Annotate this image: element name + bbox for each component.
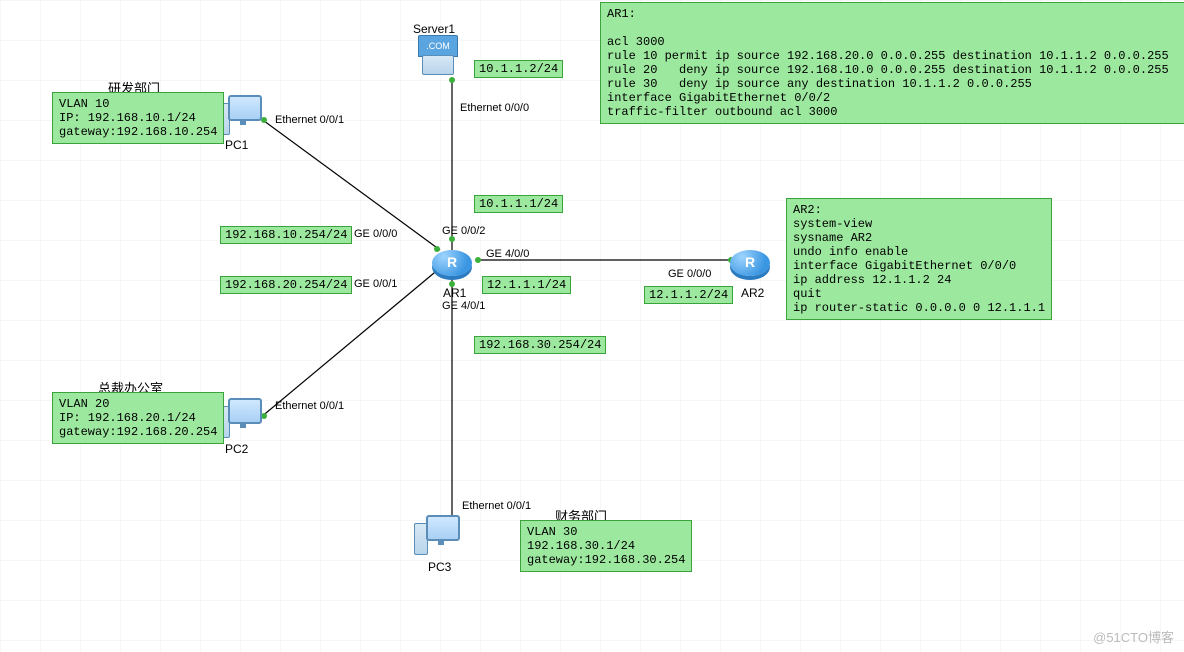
fin-box: VLAN 30 192.168.30.1/24 gateway:192.168.… — [520, 520, 692, 572]
if-srv-eth: Ethernet 0/0/0 — [460, 102, 529, 114]
ip-ar1-ge400: 12.1.1.1/24 — [482, 276, 571, 294]
rd-box: VLAN 10 IP: 192.168.10.1/24 gateway:192.… — [52, 92, 224, 144]
ip-ge001: 192.168.20.254/24 — [220, 276, 352, 294]
ar2-label: AR2 — [741, 286, 764, 300]
server1-label: Server1 — [413, 22, 455, 36]
ceo-box: VLAN 20 IP: 192.168.20.1/24 gateway:192.… — [52, 392, 224, 444]
pc3-node[interactable] — [420, 515, 462, 557]
pc2-label: PC2 — [225, 442, 248, 456]
router-icon: R — [432, 242, 472, 282]
if-ar1-ge000: GE 0/0/0 — [354, 228, 397, 240]
ar1-config: AR1: acl 3000 rule 10 permit ip source 1… — [600, 2, 1184, 124]
ar2-node[interactable]: R — [730, 242, 770, 282]
router-icon: R — [730, 242, 770, 282]
server1-node[interactable]: .COM — [418, 35, 456, 75]
ip-ge002: 10.1.1.1/24 — [474, 195, 563, 213]
ar1-label: AR1 — [443, 286, 466, 300]
if-ar1-ge001: GE 0/0/1 — [354, 278, 397, 290]
pc2-node[interactable] — [222, 398, 264, 440]
if-ar2-ge000: GE 0/0/0 — [668, 268, 711, 280]
pc-icon — [222, 95, 264, 137]
ip-ge401: 192.168.30.254/24 — [474, 336, 606, 354]
pc3-label: PC3 — [428, 560, 451, 574]
ar1-node[interactable]: R — [432, 242, 472, 282]
if-pc2-eth: Ethernet 0/0/1 — [275, 400, 344, 412]
pc1-label: PC1 — [225, 138, 248, 152]
pc-icon — [222, 398, 264, 440]
if-ar1-ge400: GE 4/0/0 — [486, 248, 529, 260]
watermark: @51CTO博客 — [1093, 627, 1174, 646]
ip-ge000: 192.168.10.254/24 — [220, 226, 352, 244]
ip-server: 10.1.1.2/24 — [474, 60, 563, 78]
server-icon: .COM — [418, 35, 456, 75]
if-ar1-ge401: GE 4/0/1 — [442, 300, 485, 312]
pc1-node[interactable] — [222, 95, 264, 137]
if-ar1-ge002: GE 0/0/2 — [442, 225, 485, 237]
ar2-config: AR2: system-view sysname AR2 undo info e… — [786, 198, 1052, 320]
ip-ar2-ge000: 12.1.1.2/24 — [644, 286, 733, 304]
if-pc1-eth: Ethernet 0/0/1 — [275, 114, 344, 126]
pc-icon — [420, 515, 462, 557]
if-pc3-eth: Ethernet 0/0/1 — [462, 500, 531, 512]
